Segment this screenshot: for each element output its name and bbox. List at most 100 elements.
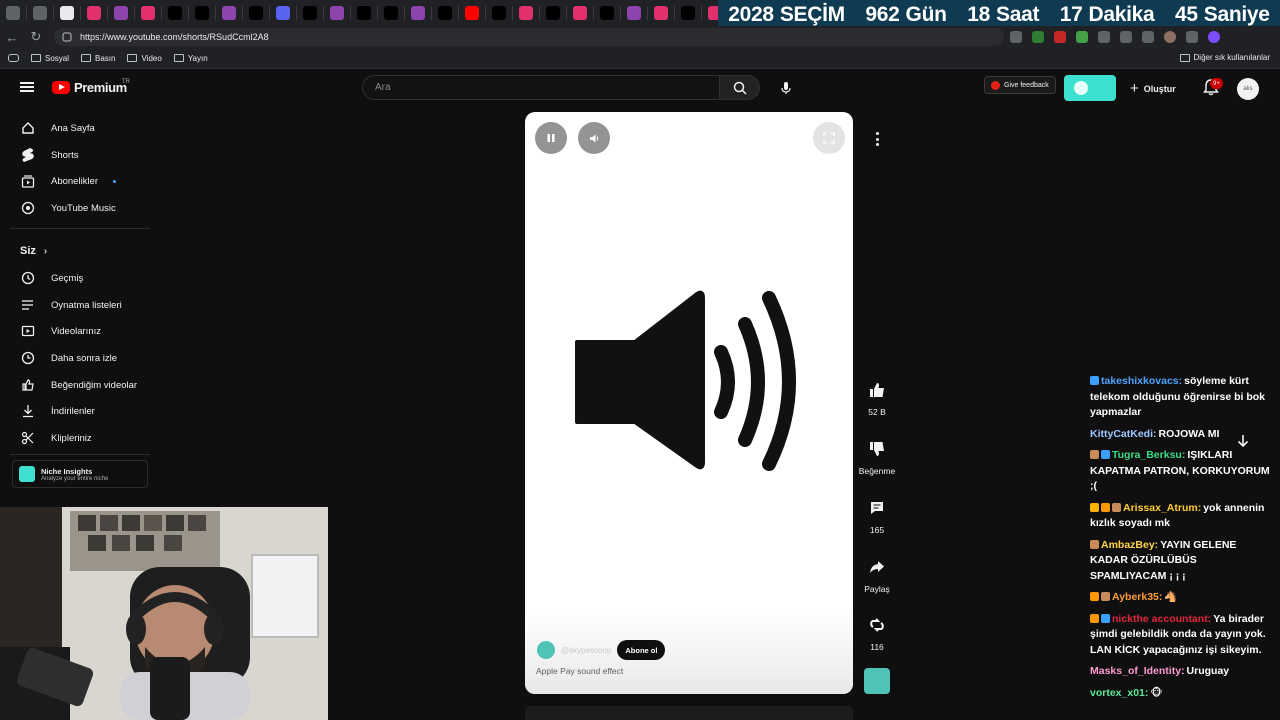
voice-search-button[interactable] [774,76,798,100]
download-icon [20,403,36,419]
arrow-down-icon[interactable] [1236,433,1250,449]
sidebar-item-clips[interactable]: Klipleriniz [20,430,92,446]
address-bar-row: ← ↻ https://www.youtube.com/shorts/RSudC… [0,26,1280,48]
bookmark-folder[interactable]: Sosyal [31,54,69,63]
more-options-icon[interactable] [870,130,884,148]
extension-toggle[interactable] [1064,75,1116,101]
browser-tab-icon[interactable] [330,6,344,20]
browser-tab-icon[interactable] [33,6,47,20]
browser-tab-icon[interactable] [6,6,20,20]
search-input[interactable]: Ara [362,75,720,100]
youtube-logo[interactable]: Premium [52,80,127,95]
remix-button[interactable]: 116 [852,617,902,652]
sidebar-item-downloads[interactable]: İndirilenler [20,403,95,419]
browser-tab-icon[interactable] [303,6,317,20]
favorites-icon[interactable] [1120,31,1132,43]
countdown-hours: 18 [967,2,990,26]
browser-tab-icon[interactable] [357,6,371,20]
sidebar-item-liked-videos[interactable]: Beğendiğim videolar [20,377,137,393]
reload-icon[interactable]: ↻ [24,29,48,45]
other-bookmarks[interactable]: Diğer sık kullanılanlar [1179,53,1270,62]
copilot-icon[interactable] [1208,31,1220,43]
browser-tab-icon[interactable] [87,6,101,20]
site-info-icon[interactable] [62,32,72,42]
browser-tab-icon[interactable] [681,6,695,20]
next-short-preview[interactable] [525,706,853,720]
bookmark-folder[interactable]: Yayın [173,54,208,63]
chat-username[interactable]: Ayberk35: [1112,591,1162,603]
browser-tab-icon[interactable] [492,6,506,20]
comments-button[interactable]: 165 [852,500,902,535]
extension-icon[interactable] [1032,31,1044,43]
chat-username[interactable]: KittyCatKedi: [1090,428,1157,440]
sidebar-item-subscriptions[interactable]: Abonelikler [20,173,98,189]
sidebar-item-your-videos[interactable]: Videolarınız [20,323,101,339]
browser-tab-icon[interactable] [573,6,587,20]
sidebar-item-playlists[interactable]: Oynatma listeleri [20,297,122,313]
browser-tab-icon[interactable] [546,6,560,20]
chat-username[interactable]: vortex_x01: [1090,687,1148,699]
browser-tab-icon[interactable] [600,6,614,20]
tab-separator [296,6,297,20]
menu-dots-icon[interactable] [1186,31,1198,43]
sidebar-item-watch-later[interactable]: Daha sonra izle [20,350,117,366]
shorts-player[interactable]: @skypescoop Abone ol Apple Pay sound eff… [525,112,853,694]
browser-tab-icon[interactable] [411,6,425,20]
tab-separator [107,6,108,20]
browser-tab-icon[interactable] [276,6,290,20]
countdown-days-unit: Gün [905,2,947,26]
create-button[interactable]: + Oluştur [1130,80,1176,97]
browser-tab-icon[interactable] [195,6,209,20]
chevron-right-icon: › [43,245,48,257]
browser-tab-icon[interactable] [114,6,128,20]
browser-tab-icon[interactable] [654,6,668,20]
sidebar-item-home[interactable]: Ana Sayfa [20,120,95,136]
chat-username[interactable]: nickthe accountant: [1112,613,1211,625]
chat-username[interactable]: takeshixkovacs: [1101,375,1182,387]
browser-tab-icon[interactable] [438,6,452,20]
extension-icon[interactable] [1010,31,1022,43]
channel-handle[interactable]: @skypescoop [561,646,611,655]
chat-username[interactable]: AmbazBey: [1101,539,1158,551]
browser-tab-icon[interactable] [60,6,74,20]
browser-tab-icon[interactable] [465,6,479,20]
bookmarks-icon[interactable] [8,54,19,62]
menu-icon[interactable] [20,82,34,92]
extensions-puzzle-icon[interactable] [1098,31,1110,43]
shield-icon[interactable] [1142,31,1154,43]
browser-tab-icon[interactable] [141,6,155,20]
chat-username[interactable]: Tugra_Berksu: [1112,449,1185,461]
sidebar-item-shorts[interactable]: Shorts [20,147,78,163]
chat-badge-icon [1090,502,1099,512]
browser-tab-icon[interactable] [627,6,641,20]
browser-tab-icon[interactable] [519,6,533,20]
profile-icon[interactable] [1164,31,1176,43]
like-button[interactable]: 52 B [852,382,902,417]
search-button[interactable] [720,75,760,100]
share-button[interactable]: Paylaş [852,559,902,594]
sidebar-item-history[interactable]: Geçmiş [20,270,83,286]
extension-icon[interactable] [1076,31,1088,43]
bookmark-folder[interactable]: Video [127,54,162,63]
short-title[interactable]: Apple Pay sound effect [536,666,623,676]
dislike-button[interactable]: Beğenme [852,441,902,476]
browser-tab-icon[interactable] [249,6,263,20]
url-field[interactable]: https://www.youtube.com/shorts/RSudCcml2… [54,28,1004,46]
chat-username[interactable]: Masks_of_Identity: [1090,665,1185,677]
browser-tab-icon[interactable] [168,6,182,20]
give-feedback-button[interactable]: Give feedback [984,76,1056,94]
sidebar-item-youtube-music[interactable]: YouTube Music [20,200,116,216]
niche-insights-card[interactable]: Niche Insights Analyze your entire niche [12,460,148,488]
channel-avatar[interactable] [537,641,555,659]
extension-icon[interactable] [1054,31,1066,43]
browser-tab-icon[interactable] [222,6,236,20]
subscribe-button[interactable]: Abone ol [617,640,666,660]
sidebar-you-heading[interactable]: Siz › [20,245,47,257]
countdown-label: SEÇİM [779,2,845,26]
browser-tab-icon[interactable] [384,6,398,20]
bookmark-folder[interactable]: Basın [81,54,115,63]
chat-username[interactable]: Arissax_Atrum: [1123,502,1201,514]
sound-thumbnail[interactable] [864,668,890,694]
account-avatar[interactable]: alıs [1237,78,1259,100]
back-icon[interactable]: ← [0,30,24,45]
